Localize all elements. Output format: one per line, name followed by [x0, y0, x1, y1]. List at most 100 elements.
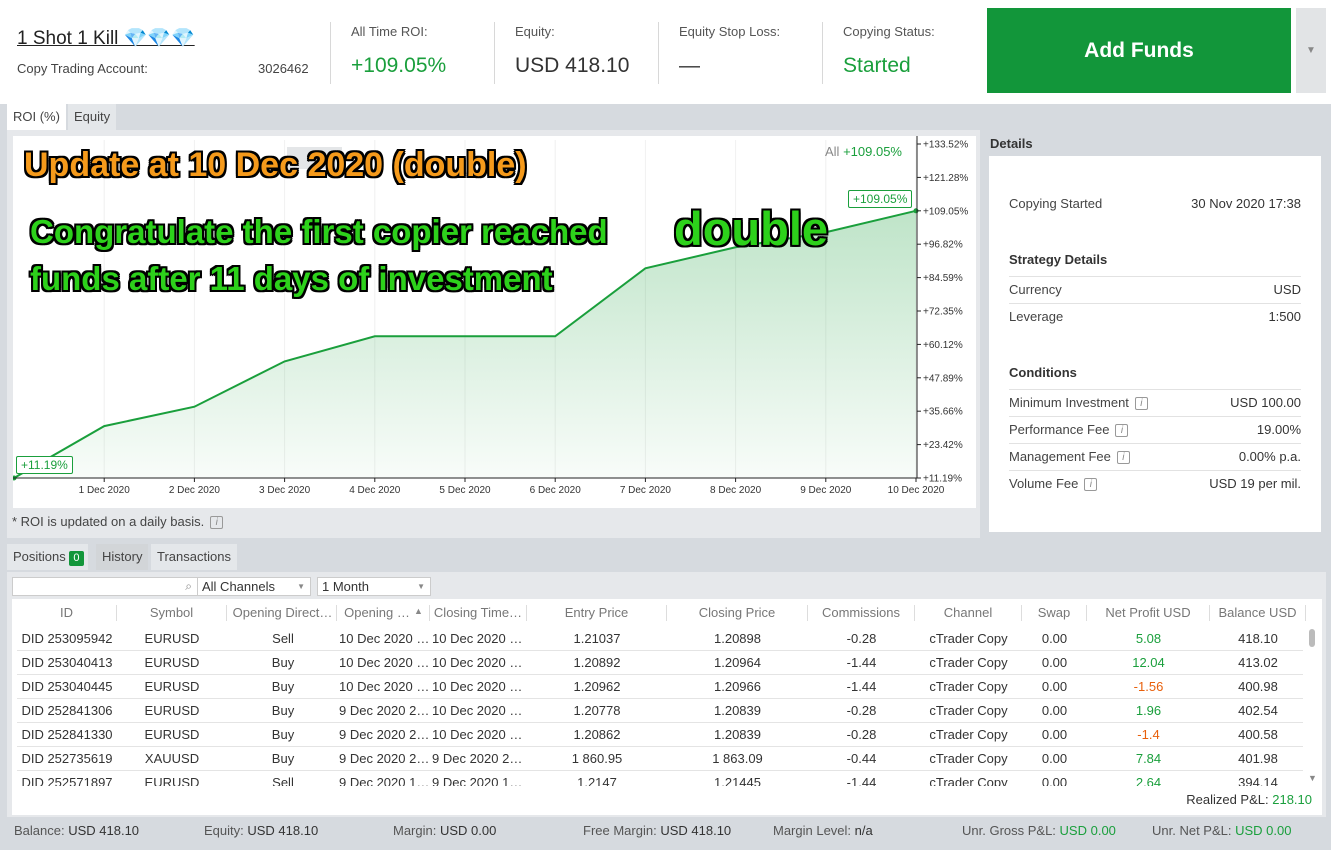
balance-label: Balance: [14, 823, 65, 838]
roi-label: All Time ROI: [351, 24, 428, 39]
cell-direction: Buy [271, 655, 295, 670]
table-row[interactable]: DID 252735619 XAUUSD Buy 9 Dec 2020 2… 9 Dec… [17, 747, 1303, 771]
details-box: Copying Started 30 Nov 2020 17:38 Strateg… [989, 156, 1321, 532]
channel-select[interactable]: All Channels ▼ [197, 577, 311, 596]
cell-id: DID 252571897 [21, 775, 113, 786]
margin-label: Margin: [393, 823, 437, 838]
leverage-label: Leverage [1009, 309, 1064, 324]
overlay-days-text: funds after 11 days of investment [30, 260, 553, 297]
column-header-swap[interactable]: Swap [1022, 605, 1087, 621]
column-header-id[interactable]: ID [17, 605, 117, 621]
copying-started-value: 30 Nov 2020 17:38 [1191, 196, 1301, 211]
strategy-name-link[interactable]: 1 Shot 1 Kill 💎💎💎 [17, 26, 195, 50]
balance-stat: Balance: USD 418.10 [14, 823, 139, 838]
chevron-down-icon: ▼ [1306, 45, 1316, 56]
divider [494, 22, 495, 84]
cell-symbol: EURUSD [144, 631, 200, 646]
cell-symbol: EURUSD [144, 655, 200, 670]
cell-closing-price: 1.20966 [714, 679, 761, 694]
unr-gross-stat: Unr. Gross P&L: USD 0.00 [962, 823, 1116, 838]
overlay-double-text: double [674, 202, 829, 255]
y-tick-label: +60.12% [923, 340, 963, 351]
margin-value: USD 0.00 [439, 823, 497, 838]
cell-swap: 0.00 [1041, 751, 1068, 766]
currency-value: USD [1273, 282, 1301, 297]
info-icon[interactable]: i [1116, 451, 1130, 465]
currency-row: Currency USD [1009, 276, 1301, 302]
performance-fee-row: Performance Fee i 19.00% [1009, 416, 1301, 442]
history-panel: ⌕ All Channels ▼ 1 Month ▼ ID Symbol Opening… [7, 572, 1326, 817]
x-tick-label: 6 Dec 2020 [530, 485, 582, 496]
more-actions-dropdown[interactable]: ▼ [1296, 8, 1326, 93]
cell-swap: 0.00 [1041, 655, 1068, 670]
cell-balance: 413.02 [1238, 655, 1278, 670]
info-icon[interactable]: i [1134, 397, 1148, 411]
search-input[interactable]: ⌕ [12, 577, 198, 596]
history-table: ID Symbol Opening Direct… Opening … ▲ Closing… [12, 599, 1322, 815]
min-investment-row: Minimum Investment i USD 100.00 [1009, 389, 1301, 415]
tab-transactions[interactable]: Transactions [151, 544, 237, 570]
cell-entry-price: 1.2147 [577, 775, 617, 786]
tab-equity[interactable]: Equity [68, 104, 117, 130]
management-fee-row: Management Fee i 0.00% p.a. [1009, 443, 1301, 469]
margin-stat: Margin: USD 0.00 [393, 823, 496, 838]
column-header-commissions[interactable]: Commissions [808, 605, 915, 621]
table-row[interactable]: DID 252841330 EURUSD Buy 9 Dec 2020 2… 10 De… [17, 723, 1303, 747]
column-header-entry-price[interactable]: Entry Price [527, 605, 667, 621]
cell-channel: cTrader Copy [929, 631, 1008, 646]
cell-channel: cTrader Copy [929, 727, 1008, 742]
cell-closing-time: 10 Dec 2020 … [432, 631, 523, 646]
margin-level-label: Margin Level: [773, 823, 852, 838]
column-header-direction[interactable]: Opening Direct… [229, 605, 337, 621]
info-icon[interactable]: i [1084, 478, 1098, 492]
cell-swap: 0.00 [1041, 775, 1068, 786]
column-header-balance[interactable]: Balance USD [1210, 605, 1306, 621]
column-header-symbol[interactable]: Symbol [117, 605, 227, 621]
volume-fee-value: USD 19 per mil. [1209, 476, 1301, 491]
scrollbar-thumb[interactable] [1309, 629, 1315, 647]
cell-commissions: -0.44 [846, 751, 877, 766]
legend-value: +109.05% [843, 144, 902, 159]
tab-history[interactable]: History [96, 544, 149, 570]
y-tick-label: +109.05% [923, 206, 968, 217]
cell-symbol: EURUSD [144, 775, 200, 786]
table-row[interactable]: DID 253040445 EURUSD Buy 10 Dec 2020 … 10 De… [17, 675, 1303, 699]
table-row[interactable]: DID 252841306 EURUSD Buy 9 Dec 2020 2… 10 De… [17, 699, 1303, 723]
cell-opening-time: 9 Dec 2020 1… [339, 775, 430, 786]
cell-opening-time: 9 Dec 2020 2… [339, 751, 430, 766]
cell-net-profit: 5.08 [1135, 631, 1162, 646]
performance-fee-label: Performance Fee [1009, 422, 1110, 437]
table-row[interactable]: DID 253095942 EURUSD Sell 10 Dec 2020 … 10 D… [17, 627, 1303, 651]
cell-symbol: EURUSD [144, 679, 200, 694]
add-funds-button[interactable]: Add Funds [987, 8, 1291, 93]
column-header-closing-time[interactable]: Closing Time… [430, 605, 527, 621]
cell-net-profit: 1.96 [1135, 703, 1162, 718]
info-icon[interactable]: i [210, 516, 224, 530]
equity-label: Equity: [204, 823, 244, 838]
min-investment-label: Minimum Investment [1009, 395, 1129, 410]
table-row[interactable]: DID 252571897 EURUSD Sell 9 Dec 2020 1… 9 De… [17, 771, 1303, 786]
info-icon[interactable]: i [1115, 424, 1129, 438]
column-header-net-profit[interactable]: Net Profit USD [1087, 605, 1210, 621]
cell-closing-price: 1.21445 [714, 775, 761, 786]
divider [658, 22, 659, 84]
tab-roi[interactable]: ROI (%) [7, 104, 66, 130]
cell-direction: Buy [271, 679, 295, 694]
tab-positions[interactable]: Positions 0 [7, 544, 88, 570]
copying-started-row: Copying Started 30 Nov 2020 17:38 [1009, 191, 1301, 217]
details-title: Details [990, 136, 1033, 151]
cell-balance: 400.58 [1238, 727, 1278, 742]
cell-id: DID 252841330 [21, 727, 113, 742]
cell-opening-time: 9 Dec 2020 2… [339, 703, 430, 718]
start-value-label: +11.19% [16, 456, 73, 474]
column-header-closing-price[interactable]: Closing Price [667, 605, 808, 621]
cell-closing-price: 1 863.09 [712, 751, 763, 766]
realized-pnl-label: Realized P&L: [1186, 792, 1269, 807]
positions-count-badge: 0 [69, 551, 84, 566]
scroll-down-icon[interactable]: ▼ [1308, 773, 1317, 783]
table-row[interactable]: DID 253040413 EURUSD Buy 10 Dec 2020 … 10 De… [17, 651, 1303, 675]
column-header-channel[interactable]: Channel [915, 605, 1022, 621]
cell-closing-time: 10 Dec 2020 … [432, 679, 523, 694]
period-select[interactable]: 1 Month ▼ [317, 577, 431, 596]
cell-balance: 402.54 [1238, 703, 1278, 718]
